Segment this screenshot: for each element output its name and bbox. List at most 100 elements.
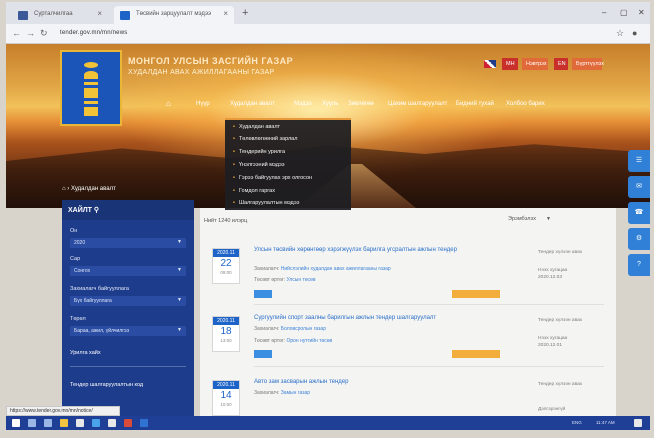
detail-button[interactable] <box>254 350 272 358</box>
back-icon[interactable]: ← <box>12 28 21 38</box>
sort-label: Эрэмбэлэх <box>508 216 537 222</box>
date-badge: 2020.11 14 10:00 <box>212 380 240 416</box>
side-phone-icon[interactable]: ☎ <box>628 202 650 224</box>
taskbar: ENG 11:47 AM <box>6 416 650 430</box>
menu-item-home[interactable]: Нүүр <box>196 101 210 107</box>
dropdown-item[interactable]: • Тендерийн урилга <box>233 149 285 155</box>
tray-language[interactable]: ENG <box>572 420 582 425</box>
news-title-link[interactable]: Авто зам засварын ажлын тендер <box>254 378 504 386</box>
browser-tab[interactable]: Сурталчилгаа × <box>12 6 108 24</box>
status-badge <box>452 350 500 358</box>
menu-item-law[interactable]: Хууль <box>322 101 338 107</box>
dropdown-item[interactable]: • Гэрээ байгуулах эрх олгосон <box>233 175 312 181</box>
browser-tab-active[interactable]: Төсвийн зарцуулалт мэдээ × <box>114 6 234 24</box>
mail-icon[interactable] <box>92 419 100 427</box>
store-icon[interactable] <box>76 419 84 427</box>
side-settings-icon[interactable]: ⚙ <box>628 228 650 250</box>
menu-item-news[interactable]: Мэдээ <box>294 101 312 107</box>
type-value: Бараа, ажил, үйлчилгээ <box>74 328 130 334</box>
home-icon[interactable]: ⌂ <box>166 99 171 108</box>
screen-photo: Сурталчилгаа × Төсвийн зарцуулалт мэдээ … <box>0 0 654 432</box>
site-title: МОНГОЛ УЛСЫН ЗАСГИЙН ГАЗАР <box>128 56 294 66</box>
news-title-link[interactable]: Улсын төсвийн хөрөнгөөр хэрэгжүүлэх бари… <box>254 246 504 254</box>
register-button[interactable]: Бүртгүүлэх <box>572 58 604 70</box>
facebook-icon <box>18 11 28 20</box>
dropdown-item[interactable]: • Төлөвлөгөөний зарлал <box>233 136 297 142</box>
menu-item-advice[interactable]: Зөвлөгөө <box>348 101 374 107</box>
soyombo-logo[interactable] <box>60 50 122 126</box>
maximize-button[interactable]: ▢ <box>620 8 628 17</box>
login-button[interactable]: Нэвтрэх <box>522 58 548 70</box>
date-day: 14 <box>220 390 232 401</box>
word-icon[interactable] <box>140 419 148 427</box>
sort-select[interactable]: Эрэмбэлэх ▼ <box>508 216 551 222</box>
minimize-button[interactable]: – <box>602 8 606 17</box>
dropdown-item[interactable]: • Шалгаруулалтын мэдээ <box>233 200 299 206</box>
breadcrumb-current[interactable]: Худалдан авалт <box>71 186 116 192</box>
side-help-icon[interactable]: ? <box>628 254 650 276</box>
year-select[interactable]: 2020 ▼ <box>70 238 186 248</box>
news-meta: Захиалагч: Замын газар <box>254 390 310 396</box>
news-title-link[interactable]: Сургуулийн спорт заалны барилгын ажлын т… <box>254 314 504 322</box>
tender-code-link[interactable]: Тендер шалгаруулалтын код <box>70 382 143 388</box>
url-field[interactable]: tender.gov.mn/mn/news <box>60 30 127 36</box>
meta-label: Захиалагч: <box>254 266 281 272</box>
date-year-month: 2020.11 <box>213 381 239 389</box>
meta-value: Боловсролын газар <box>280 326 326 332</box>
star-icon[interactable]: ☆ <box>616 28 624 39</box>
detail-link[interactable]: Дэлгэрэнгүй <box>538 407 565 412</box>
uk-flag-icon[interactable] <box>484 60 496 68</box>
search-sidebar: ХАЙЛТ ⚲ Он 2020 ▼ Сар Сонгох ▼ Захиалагч б… <box>62 200 194 418</box>
menu-item-e-procurement[interactable]: Цахим шалгаруулалт <box>388 101 447 107</box>
task-view-icon[interactable] <box>44 419 52 427</box>
side-mail-icon[interactable]: ✉ <box>628 176 650 198</box>
language-button[interactable]: МН <box>502 58 518 70</box>
english-button[interactable]: EN <box>554 58 568 70</box>
search-icon: ⚲ <box>93 207 100 214</box>
news-meta: Төсөвт өртөг: Орон нутгийн төсөв <box>254 338 332 344</box>
news-item[interactable]: 2020.11 18 13:00 Сургуулийн спорт заалны… <box>200 312 616 374</box>
account-icon[interactable]: ● <box>632 28 637 38</box>
forward-icon[interactable]: → <box>26 28 35 38</box>
month-select[interactable]: Сонгох ▼ <box>70 266 186 276</box>
app-icon[interactable] <box>108 419 116 427</box>
divider <box>254 304 604 305</box>
menu-item-about[interactable]: Бидний тухай <box>456 101 494 107</box>
dropdown-item[interactable]: • Худалдан авалт <box>233 124 280 130</box>
close-icon[interactable]: × <box>223 9 228 18</box>
meta-value: Нийслэлийн худалдан авах ажиллагааны газ… <box>280 266 391 272</box>
type-label: Төрөл <box>70 316 86 322</box>
menu-item-contact[interactable]: Холбоо барих <box>506 101 545 107</box>
opening-label: Нээх хугацаа <box>538 336 568 341</box>
close-icon[interactable]: × <box>97 9 102 18</box>
organization-select[interactable]: Бүх байгууллага ▼ <box>70 296 186 306</box>
home-icon[interactable]: ⌂ › <box>62 186 69 192</box>
search-icon[interactable] <box>28 419 36 427</box>
clock[interactable]: 11:47 AM <box>596 420 615 425</box>
site-subtitle: ХУДАЛДАН АВАХ АЖИЛЛАГААНЫ ГАЗАР <box>128 69 275 76</box>
search-link[interactable]: Урилга хайх <box>70 350 101 356</box>
date-time: 13:00 <box>220 338 232 343</box>
windows-start-icon[interactable] <box>12 419 20 427</box>
date-badge: 2020.11 22 09:00 <box>212 248 240 284</box>
file-explorer-icon[interactable] <box>60 419 68 427</box>
meta-label: Төсөвт өртөг: <box>254 277 287 283</box>
dropdown-item-label: Худалдан авалт <box>238 124 281 130</box>
chevron-down-icon: ▼ <box>177 239 182 245</box>
dropdown-item[interactable]: • Үнэлгээний мэдээ <box>233 162 285 168</box>
reload-icon[interactable]: ↻ <box>40 28 48 39</box>
news-item[interactable]: 2020.11 22 09:00 Улсын төсвийн хөрөнгөөр… <box>200 244 616 306</box>
side-menu-icon[interactable]: ☰ <box>628 150 650 172</box>
procurement-dropdown-menu: • Худалдан авалт • Төлөвлөгөөний зарлал • Т… <box>225 118 351 210</box>
divider <box>70 366 186 367</box>
new-tab-button[interactable]: + <box>242 7 248 19</box>
year-label: Он <box>70 228 78 234</box>
menu-item-procurement[interactable]: Худалдан авалт <box>230 101 275 107</box>
detail-button[interactable] <box>254 290 272 298</box>
close-window-button[interactable]: ✕ <box>638 8 645 17</box>
notification-icon[interactable] <box>634 419 642 427</box>
type-select[interactable]: Бараа, ажил, үйлчилгээ ▼ <box>70 326 186 336</box>
chrome-icon[interactable] <box>124 419 132 427</box>
date-year-month: 2020.11 <box>213 317 239 325</box>
dropdown-item[interactable]: • Гомдол гаргах <box>233 188 275 194</box>
